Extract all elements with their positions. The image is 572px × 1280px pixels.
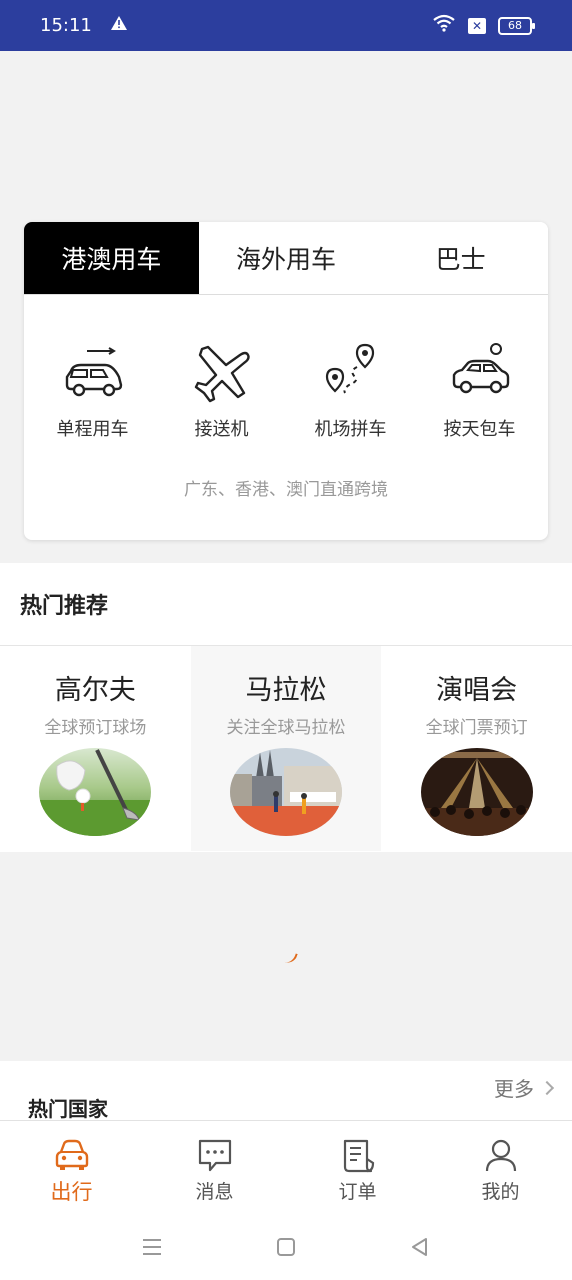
service-options: 单程用车 接送机 机场拼车 按天包车 (24, 295, 548, 441)
airplane-icon (194, 345, 250, 403)
recommend-concert[interactable]: 演唱会 全球门票预订 (381, 646, 572, 851)
recommend-item-title: 高尔夫 (54, 675, 136, 706)
back-icon[interactable] (408, 1235, 432, 1259)
service-airport-carpool[interactable]: 机场拼车 (291, 343, 411, 441)
nav-orders[interactable]: 订单 (286, 1121, 429, 1214)
recommend-item-subtitle: 全球门票预订 (425, 718, 528, 738)
service-label: 单程用车 (56, 419, 129, 440)
service-daily-charter[interactable]: 按天包车 (420, 343, 540, 441)
car-front-icon (55, 1139, 88, 1170)
nav-messages[interactable]: 消息 (143, 1121, 286, 1214)
sim-off-icon: ✕ (468, 17, 486, 34)
user-icon (485, 1139, 516, 1172)
recommend-list: 高尔夫 全球预订球场 马拉松 关注全球马拉松 演唱会 全球门票预订 (0, 646, 572, 851)
service-one-way[interactable]: 单程用车 (33, 343, 153, 441)
recommend-item-subtitle: 关注全球马拉松 (226, 718, 346, 738)
service-airport-transfer[interactable]: 接送机 (162, 343, 282, 441)
menu-icon[interactable] (140, 1235, 164, 1259)
status-bar: 15:11 ✕ 68 (0, 0, 572, 51)
more-link[interactable]: 更多 (494, 1073, 555, 1102)
battery-level: 68 (508, 19, 522, 32)
tab-bus[interactable]: 巴士 (373, 222, 548, 294)
recommend-item-subtitle: 全球预订球场 (44, 718, 147, 738)
countries-title: 热门国家 (28, 1097, 108, 1121)
battery-icon: 68 (498, 16, 535, 35)
nav-label: 消息 (195, 1181, 234, 1203)
wifi-icon (432, 14, 456, 37)
tab-overseas[interactable]: 海外用车 (198, 222, 374, 294)
nav-profile[interactable]: 我的 (429, 1121, 572, 1214)
more-label: 更多 (494, 1077, 534, 1101)
message-icon (198, 1139, 231, 1172)
recommend-item-title: 演唱会 (436, 675, 518, 706)
tab-hk-macau[interactable]: 港澳用车 (24, 222, 199, 294)
alert-icon (110, 15, 128, 36)
recommend-section: 热门推荐 高尔夫 全球预订球场 马拉松 关注全球马拉松 演唱会 全球门票预订 (0, 563, 572, 852)
route-pin-icon (325, 343, 374, 394)
service-note: 广东、香港、澳门直通跨境 (184, 480, 388, 500)
service-label: 接送机 (194, 419, 249, 440)
nav-label: 出行 (50, 1179, 93, 1204)
service-card: 港澳用车 海外用车 巴士 单程用车 接送机 机场拼车 按天包车 广东、香港、澳门… (24, 222, 548, 540)
marathon-image (230, 748, 342, 836)
recommend-marathon[interactable]: 马拉松 关注全球马拉松 (190, 646, 382, 851)
van-icon (65, 347, 122, 397)
concert-image (420, 748, 533, 836)
golf-image (39, 748, 152, 836)
recommend-golf[interactable]: 高尔夫 全球预订球场 (0, 646, 191, 851)
car-icon (452, 343, 509, 394)
service-label: 按天包车 (443, 419, 516, 440)
chevron-right-icon (539, 1080, 555, 1095)
nav-label: 订单 (338, 1181, 377, 1203)
recommend-item-title: 马拉松 (245, 675, 327, 706)
status-time: 15:11 (40, 15, 92, 36)
order-icon (343, 1139, 374, 1173)
loading-indicator (284, 950, 298, 966)
system-nav-bar (0, 1214, 572, 1280)
nav-travel[interactable]: 出行 (0, 1121, 143, 1214)
bottom-nav: 出行 消息 订单 我的 (0, 1120, 572, 1214)
nav-label: 我的 (481, 1181, 520, 1203)
service-tabs: 港澳用车 海外用车 巴士 (24, 222, 548, 295)
recommend-title: 热门推荐 (0, 563, 572, 646)
home-icon[interactable] (274, 1235, 298, 1259)
service-label: 机场拼车 (314, 419, 387, 440)
